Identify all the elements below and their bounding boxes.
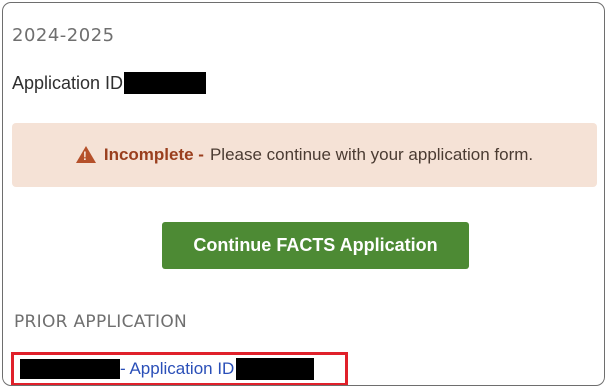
prior-application-link[interactable]: - Application ID <box>120 359 234 379</box>
redacted-applicant-name <box>20 359 120 379</box>
prior-application-heading: PRIOR APPLICATION <box>14 312 188 332</box>
prior-application-highlight[interactable]: - Application ID <box>11 352 348 385</box>
continue-application-button[interactable]: Continue FACTS Application <box>162 222 469 269</box>
alert-message: Please continue with your application fo… <box>209 145 534 164</box>
warning-icon <box>75 145 96 163</box>
redacted-application-id <box>124 72 207 94</box>
application-year: 2024-2025 <box>12 25 115 46</box>
alert-status: Incomplete - <box>103 145 204 164</box>
redacted-prior-application-id <box>236 358 315 380</box>
application-id-row: Application ID <box>12 72 207 94</box>
application-card: 2024-2025 Application ID Incomplete - Pl… <box>2 2 605 386</box>
incomplete-alert: Incomplete - Please continue with your a… <box>12 123 597 187</box>
application-id-label: Application ID <box>12 72 124 93</box>
